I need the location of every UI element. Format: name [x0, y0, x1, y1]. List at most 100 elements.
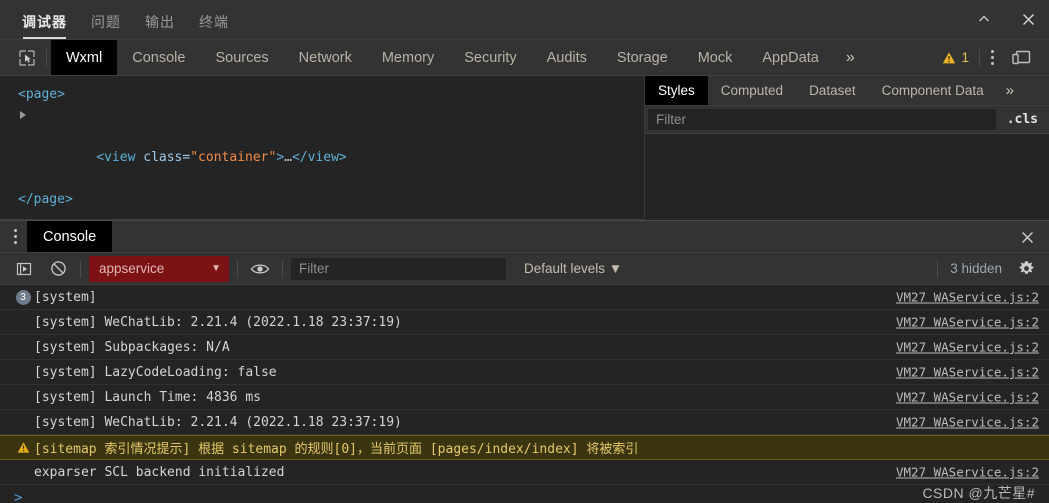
tab-component-data[interactable]: Component Data — [869, 76, 997, 105]
console-message-row[interactable]: [system] WeChatLib: 2.21.4 (2022.1.18 23… — [0, 410, 1049, 435]
message-text: [system] LazyCodeLoading: false — [34, 364, 277, 380]
dom-tag-open: <view — [96, 150, 144, 165]
dom-line[interactable]: <view class="container">…</view> — [0, 105, 644, 189]
console-toolbar-divider-3 — [282, 259, 283, 278]
console-message-row[interactable]: 3 [system] VM27 WAService.js:2 — [0, 285, 1049, 310]
console-message-row[interactable]: exparser SCL backend initialized VM27 WA… — [0, 460, 1049, 485]
ide-tab-terminal[interactable]: 终端 — [199, 12, 229, 39]
ide-tab-list: 调试器 问题 输出 终端 — [0, 0, 229, 39]
warning-triangle-icon — [943, 51, 956, 63]
drawer-more-options-icon[interactable] — [0, 229, 27, 244]
tab-console[interactable]: Console — [117, 40, 200, 75]
dom-ellipsis: … — [284, 150, 292, 165]
hidden-messages-count[interactable]: 3 hidden — [938, 261, 1014, 276]
console-message-row[interactable]: [system] LazyCodeLoading: false VM27 WAS… — [0, 360, 1049, 385]
more-tabs-icon[interactable]: » — [834, 49, 867, 67]
more-options-icon[interactable] — [980, 50, 1005, 65]
chevron-up-icon[interactable] — [973, 8, 995, 30]
message-text: [system] Subpackages: N/A — [34, 339, 230, 355]
clear-console-icon[interactable] — [44, 256, 72, 282]
log-levels-dropdown[interactable]: Default levels ▼ — [524, 261, 622, 276]
dom-line[interactable]: <page> — [0, 84, 644, 105]
tab-appdata[interactable]: AppData — [747, 40, 833, 75]
devtools-tab-list: Wxml Console Sources Network Memory Secu… — [51, 40, 867, 75]
devtools-tab-bar: Wxml Console Sources Network Memory Secu… — [0, 40, 1049, 76]
execution-context-select[interactable]: appservice ▼ — [89, 255, 229, 282]
dom-tag: <page> — [18, 87, 65, 102]
message-text: [system] WeChatLib: 2.21.4 (2022.1.18 23… — [34, 414, 402, 430]
tab-security[interactable]: Security — [449, 40, 531, 75]
console-toolbar-divider — [80, 259, 81, 278]
console-filter-input[interactable] — [291, 257, 506, 280]
message-source-link[interactable]: VM27 WAService.js:2 — [896, 315, 1039, 330]
message-source-link[interactable]: VM27 WAService.js:2 — [896, 290, 1039, 305]
ide-tab-bar: 调试器 问题 输出 终端 — [0, 0, 1049, 40]
message-source-link[interactable]: VM27 WAService.js:2 — [896, 340, 1039, 355]
watermark-text: CSDN @九芒星# — [922, 485, 1035, 501]
console-message-row-warning[interactable]: [sitemap 索引情况提示] 根据 sitemap 的规则[0]，当前页面 … — [0, 435, 1049, 460]
drawer-close-icon[interactable] — [1017, 227, 1037, 247]
console-drawer: Console appservice ▼ Filter Default leve… — [0, 220, 1049, 503]
toolbar-divider — [46, 48, 47, 67]
wxml-code: <page> <view class="container">…</view> … — [0, 76, 644, 210]
inspect-cursor-icon[interactable] — [12, 45, 42, 71]
tab-memory[interactable]: Memory — [367, 40, 449, 75]
console-message-row[interactable]: [system] Subpackages: N/A VM27 WAService… — [0, 335, 1049, 360]
message-text: [system] — [34, 289, 97, 305]
devtools-toolbar-right: 1 — [932, 40, 1041, 75]
warning-count-badge[interactable]: 1 — [932, 50, 979, 65]
message-badge: 3 — [12, 289, 34, 305]
tab-storage[interactable]: Storage — [602, 40, 683, 75]
warning-triangle-icon — [12, 441, 34, 454]
tab-wxml[interactable]: Wxml — [51, 40, 118, 75]
tab-dataset[interactable]: Dataset — [796, 76, 869, 105]
message-text: [sitemap 索引情况提示] 根据 sitemap 的规则[0]，当前页面 … — [34, 442, 639, 457]
message-source-link[interactable]: VM27 WAService.js:2 — [896, 365, 1039, 380]
dock-side-icon[interactable] — [1005, 49, 1041, 67]
wxml-tree-pane: <page> <view class="container">…</view> … — [0, 76, 645, 220]
ide-tab-problems[interactable]: 问题 — [91, 12, 121, 39]
drawer-tab-console[interactable]: Console — [27, 221, 113, 252]
ide-tab-output[interactable]: 输出 — [145, 12, 175, 39]
dom-line[interactable]: </page> — [0, 189, 644, 210]
tab-styles[interactable]: Styles — [645, 76, 708, 105]
styles-filter-input[interactable] — [648, 109, 996, 130]
ide-tab-debugger[interactable]: 调试器 — [22, 12, 67, 39]
dom-tag: </page> — [18, 192, 73, 207]
upper-split: <page> <view class="container">…</view> … — [0, 76, 1049, 220]
console-message-row[interactable]: [system] Launch Time: 4836 ms VM27 WASer… — [0, 385, 1049, 410]
dom-attr-value: "container" — [190, 150, 277, 165]
prompt-caret-icon: > — [14, 490, 23, 503]
tab-computed[interactable]: Computed — [708, 76, 796, 105]
tab-sources[interactable]: Sources — [200, 40, 283, 75]
repeat-count-badge: 3 — [15, 289, 31, 305]
console-toolbar: appservice ▼ Default levels ▼ 3 hidden — [0, 253, 1049, 285]
close-icon[interactable] — [1017, 8, 1039, 30]
message-text: exparser SCL backend initialized — [34, 464, 285, 480]
message-source-link[interactable]: VM27 WAService.js:2 — [896, 465, 1039, 480]
console-prompt-row[interactable]: > — [0, 485, 1049, 503]
warning-count: 1 — [961, 50, 969, 65]
devtools-window: 调试器 问题 输出 终端 Wxml Console Sources Networ… — [0, 0, 1049, 503]
message-source-link[interactable]: VM27 WAService.js:2 — [896, 390, 1039, 405]
message-text: [system] Launch Time: 4836 ms — [34, 389, 261, 405]
chevron-down-icon: ▼ — [211, 263, 221, 274]
gear-icon[interactable] — [1014, 260, 1041, 277]
dom-breadcrumb-divider — [0, 219, 644, 220]
tab-audits[interactable]: Audits — [532, 40, 602, 75]
execution-context-icon[interactable] — [10, 256, 38, 282]
cls-button[interactable]: .cls — [996, 106, 1049, 133]
tab-mock[interactable]: Mock — [683, 40, 748, 75]
console-message-list: 3 [system] VM27 WAService.js:2 [system] … — [0, 285, 1049, 503]
live-expression-icon[interactable] — [246, 256, 274, 282]
more-style-tabs-icon[interactable]: » — [997, 82, 1023, 99]
dom-attr-name: class= — [143, 150, 191, 165]
console-message-row[interactable]: [system] WeChatLib: 2.21.4 (2022.1.18 23… — [0, 310, 1049, 335]
chevron-right-icon[interactable] — [20, 111, 26, 119]
tab-network[interactable]: Network — [284, 40, 367, 75]
dom-bracket: > — [276, 150, 285, 165]
message-source-link[interactable]: VM27 WAService.js:2 — [896, 415, 1039, 430]
styles-pane: Styles Computed Dataset Component Data »… — [645, 76, 1049, 220]
drawer-tab-bar: Console — [0, 221, 1049, 253]
console-toolbar-right: 3 hidden — [937, 253, 1041, 284]
